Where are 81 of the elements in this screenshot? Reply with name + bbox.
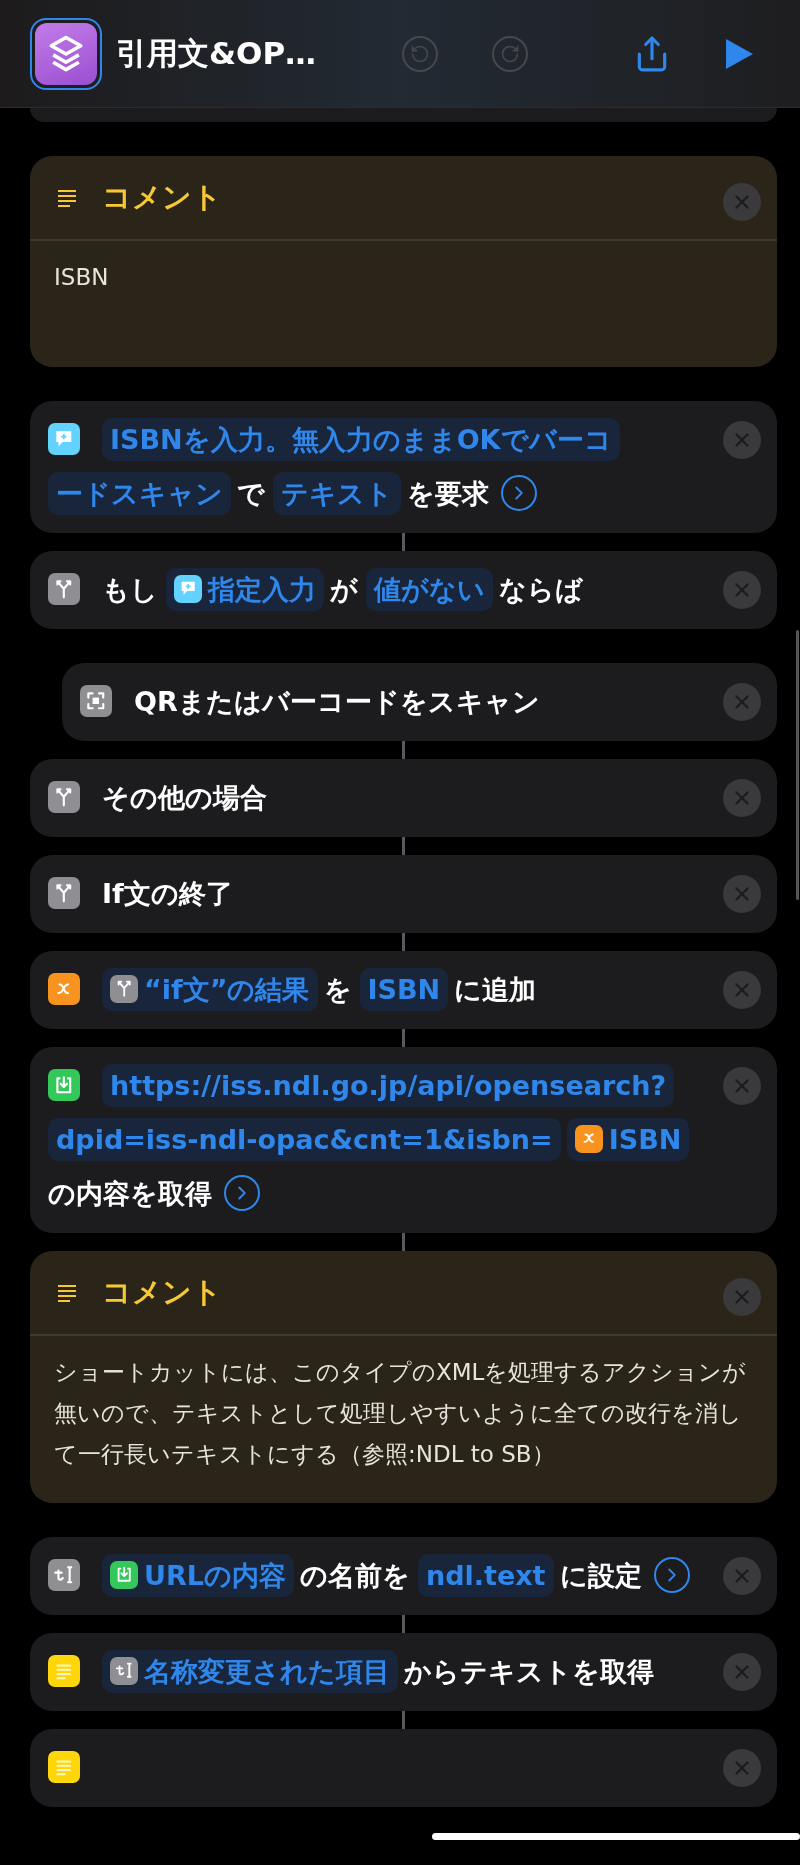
undo-icon [410, 43, 430, 64]
action-text: その他の場合 [102, 782, 267, 813]
action-text: からテキストを取得 [404, 1656, 654, 1687]
parameter-token[interactable]: ndl.text [417, 1554, 554, 1597]
qr-scan-icon [80, 684, 112, 717]
redo-icon [500, 43, 520, 64]
comment-text: ショートカットには、このタイプのXMLを処理するアクションが無いので、テキストとして処理しやすいように全ての改行を消して一行長いテキストにする（参照:NDL to SB） [53, 1358, 748, 1469]
expand-chevron-button[interactable] [653, 1556, 690, 1593]
action-card[interactable]: https://iss.ndl.go.jp/api/opensearch? dpid=iss-ndl-opac&cnt=1&isbn= ISBN の内容を取得 [30, 1047, 777, 1233]
action-text: を [323, 974, 352, 1005]
parameter-token[interactable]: dpid=iss-ndl-opac&cnt=1&isbn= [48, 1118, 561, 1161]
action-card[interactable]: If文の終了 [30, 855, 777, 933]
redo-button[interactable] [492, 35, 528, 72]
speech-bubble-icon [48, 422, 80, 455]
action-text: が [330, 574, 358, 605]
text-lines-icon [48, 1654, 80, 1687]
play-icon [723, 36, 755, 71]
action-card[interactable] [30, 1729, 777, 1807]
parameter-token[interactable]: “if文”の結果 [102, 968, 318, 1011]
comment-lines-icon [56, 1282, 78, 1303]
download-icon [110, 1560, 138, 1589]
action-card[interactable]: QRまたはバーコードをスキャン [62, 663, 777, 741]
action-text: ならば [499, 574, 583, 605]
delete-button[interactable] [723, 779, 761, 817]
delete-button[interactable] [723, 1067, 761, 1105]
parameter-token[interactable]: 名称変更された項目 [102, 1650, 398, 1693]
branch-icon [48, 780, 80, 813]
action-text: QRまたはバーコードをスキャン [134, 686, 540, 717]
variable-icon [574, 1124, 603, 1153]
parameter-token[interactable]: ードスキャン [48, 472, 231, 515]
variable-icon [48, 972, 80, 1005]
parameter-token[interactable]: https://iss.ndl.go.jp/api/opensearch? [102, 1064, 675, 1107]
parameter-token[interactable]: 値がない [366, 568, 493, 611]
delete-button[interactable] [723, 971, 761, 1009]
action-text: で [237, 478, 265, 509]
action-card[interactable]: URLの内容 の名前を ndl.text に設定 [30, 1537, 777, 1615]
play-button[interactable] [723, 36, 755, 71]
action-card[interactable]: その他の場合 [30, 759, 777, 837]
parameter-token[interactable]: 指定入力 [166, 568, 324, 611]
delete-button[interactable] [723, 571, 761, 609]
action-text: If文の終了 [102, 878, 233, 909]
action-card[interactable]: ISBNを入力。無入力のままOKでバーコ ードスキャン で テキスト を要求 [30, 401, 777, 533]
action-card[interactable]: もし 指定入力 が 値がない ならば [30, 551, 777, 629]
action-text: の内容を取得 [48, 1178, 212, 1209]
delete-button[interactable] [723, 683, 761, 721]
delete-button[interactable] [723, 1277, 761, 1316]
action-text: を要求 [407, 478, 489, 509]
comment-title: コメント [102, 1273, 223, 1311]
delete-button[interactable] [723, 182, 761, 221]
branch-icon [110, 974, 138, 1003]
expand-chevron-button[interactable] [501, 474, 537, 511]
parameter-token[interactable]: ISBN [359, 968, 449, 1011]
text-cursor-icon [110, 1656, 138, 1685]
comment-text: ISBN [53, 263, 110, 292]
delete-button[interactable] [723, 875, 761, 913]
comment-lines-icon [56, 187, 78, 208]
action-text: の名前を [299, 1560, 410, 1591]
action-card[interactable]: 名称変更された項目 からテキストを取得 [30, 1633, 777, 1711]
action-card[interactable]: “if文”の結果 を ISBN に追加 [30, 951, 777, 1029]
download-icon [48, 1068, 80, 1101]
comment-title: コメント [102, 178, 223, 216]
delete-button[interactable] [723, 1653, 761, 1691]
action-text: に追加 [454, 974, 537, 1005]
expand-chevron-button[interactable] [224, 1174, 260, 1211]
delete-button[interactable] [723, 1749, 761, 1787]
parameter-token[interactable]: ISBN [566, 1118, 690, 1161]
parameter-token[interactable]: ISBNを入力。無入力のままOKでバーコ [102, 418, 620, 461]
action-text: もし [102, 574, 158, 605]
branch-icon [48, 876, 80, 909]
branch-icon [48, 572, 80, 605]
text-cursor-icon [48, 1558, 80, 1591]
action-text: に設定 [559, 1560, 642, 1591]
speech-bubble-icon [174, 574, 202, 603]
undo-button[interactable] [402, 35, 438, 72]
text-lines-icon [48, 1750, 80, 1783]
app-icon[interactable] [30, 17, 102, 90]
shortcut-title: 引用文&OP… [116, 33, 318, 73]
parameter-token[interactable]: URLの内容 [102, 1554, 294, 1597]
delete-button[interactable] [723, 1557, 761, 1595]
parameter-token[interactable]: テキスト [273, 472, 401, 515]
delete-button[interactable] [723, 421, 761, 459]
